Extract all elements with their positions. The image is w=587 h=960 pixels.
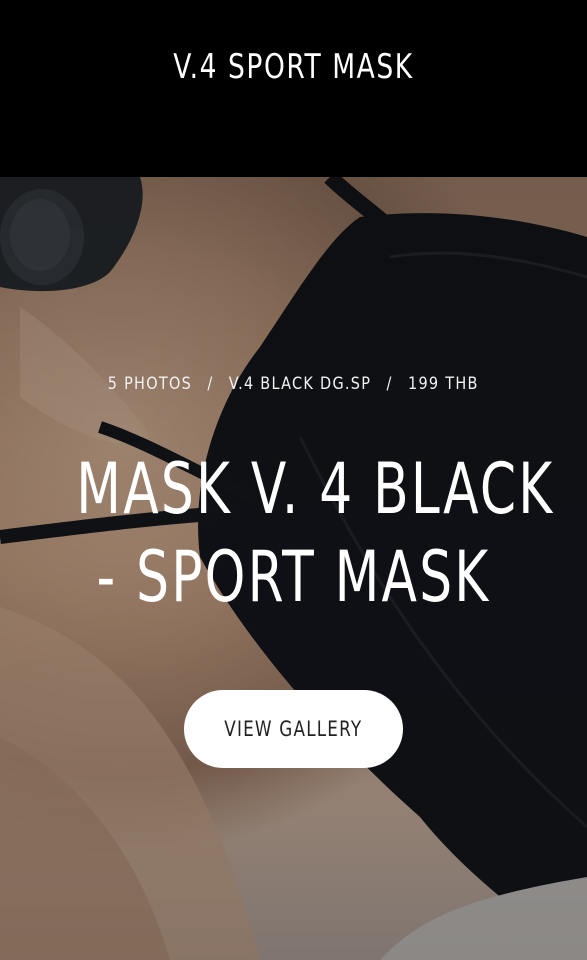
hero-meta-line: 5 PHOTOS / V.4 BLACK DG.SP / 199 THB [0,373,587,395]
product-sku: V.4 BLACK DG.SP [229,374,372,394]
view-gallery-button[interactable]: VIEW GALLERY [184,690,403,768]
hero-title-line-2: - SPORT MASK [96,536,491,618]
site-header: V.4 SPORT MASK [0,0,587,177]
meta-separator: / [386,374,393,394]
meta-separator: / [207,374,214,394]
photo-count: 5 PHOTOS [108,374,193,394]
product-price: 199 THB [408,374,479,394]
site-title[interactable]: V.4 SPORT MASK [65,46,523,88]
hero-title-line-1: MASK V. 4 BLACK [76,448,555,530]
hero-title: MASK V. 4 BLACK - SPORT MASK [0,445,587,621]
hero-section: 5 PHOTOS / V.4 BLACK DG.SP / 199 THB MASK V.… [0,177,587,960]
view-gallery-label: VIEW GALLERY [224,717,363,741]
